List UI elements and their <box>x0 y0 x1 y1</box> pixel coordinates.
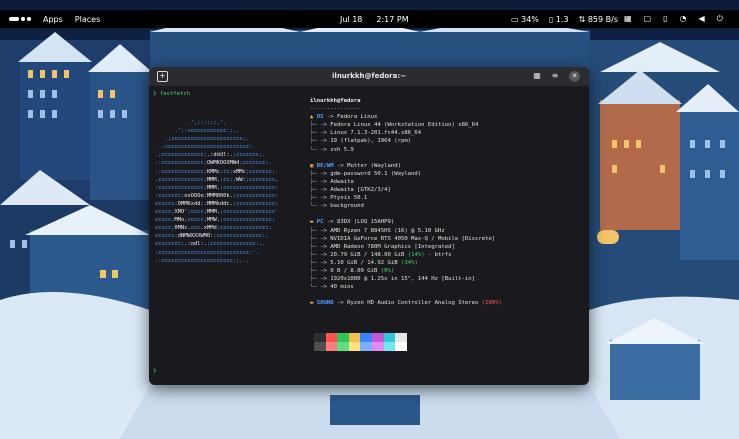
command-line: ❯ fastfetch <box>153 90 190 98</box>
shell-detail: -> zsh 5.9 <box>320 146 354 153</box>
cpu-indicator[interactable]: ▭ 34% <box>511 15 539 24</box>
sound-value: -> Ryzen HD Audio Controller Analog Ster… <box>336 300 479 307</box>
input-prompt[interactable]: ❯ <box>153 367 156 375</box>
top-bar: Apps Places Jul 18 2:17 PM ▭ 34% ▯ 1.3 ⇅… <box>0 10 739 28</box>
pc-icon: ▬ <box>310 219 314 226</box>
prompt-arrow: ❯ <box>153 91 160 97</box>
memory-percent: (34%) <box>400 259 418 266</box>
pc-value: -> 83DX (LOQ 15AHP9) <box>326 219 395 226</box>
wm-theme-detail: -> Adwaita <box>320 178 354 185</box>
palette-swatch <box>383 333 396 351</box>
time-label: 2:17 PM <box>376 14 409 24</box>
memory-detail: -> 5.10 GiB / 14.92 GiB <box>320 259 398 266</box>
command-text: fastfetch <box>159 91 191 97</box>
packages-detail: -> 19 (flatpak), 1964 (rpm) <box>320 138 412 145</box>
date-label: Jul 18 <box>340 14 363 24</box>
places-menu[interactable]: Places <box>75 15 100 24</box>
gpu-integrated-detail: -> AMD Radeon 780M Graphics [Integrated] <box>320 243 455 250</box>
kernel-detail: -> Linux 7.1.3-201.fc44.x86_64 <box>320 130 422 137</box>
palette-swatch <box>348 333 361 351</box>
disk-percent: (14%) <box>407 251 425 258</box>
disk-detail: -> 20.79 GiB / 148.00 GiB <box>320 251 405 258</box>
memory-icon: ▯ <box>548 14 554 24</box>
fastfetch-info: ilnurkkh@fedora --------------- ▲ OS -> … <box>310 98 503 307</box>
sound-percent: (100%) <box>481 300 503 307</box>
workspace-indicator[interactable] <box>9 17 31 21</box>
color-palette <box>314 333 407 351</box>
de-value: -> Mutter (Wayland) <box>336 162 401 169</box>
display-detail: -> 1920x1080 @ 1.25x in 15", 144 Hz [Bui… <box>320 276 476 283</box>
os-icon: ▲ <box>310 114 314 121</box>
memory-value: 1.3 <box>555 14 569 24</box>
uptime-detail: -> 40 mins <box>320 284 354 291</box>
swap-detail: -> 0 B / 8.00 GiB <box>320 267 378 274</box>
menu-button[interactable]: ≡ <box>550 71 560 81</box>
os-detail: -> Fedora Linux 44 (Workstation Edition)… <box>320 122 479 129</box>
pc-label: PC <box>316 219 324 226</box>
palette-swatch <box>337 333 349 351</box>
clock[interactable]: Jul 18 2:17 PM <box>340 10 409 28</box>
memory-indicator[interactable]: ▯ 1.3 <box>549 15 569 24</box>
palette-swatch <box>395 333 407 351</box>
grid-icon[interactable]: ▦ <box>624 15 632 23</box>
palette-swatch <box>325 333 338 351</box>
de-label: DE/WM <box>316 162 334 169</box>
apps-menu[interactable]: Apps <box>43 15 63 24</box>
separator: --------------- <box>310 106 361 113</box>
window-title: ilnurkkh@fedora:~ <box>332 72 406 80</box>
sound-icon: ▬ <box>310 300 314 307</box>
os-value: -> Fedora Linux <box>326 114 378 121</box>
user-host: ilnurkkh@fedora <box>310 98 361 104</box>
theme-detail: -> Adwaita [GTK2/3/4] <box>320 187 391 194</box>
cpu-icon: ▭ <box>511 14 519 24</box>
wallpaper-detail: -> background <box>320 203 364 210</box>
palette-swatch <box>371 333 384 351</box>
power-icon[interactable]: ⏻ <box>717 15 723 23</box>
network-icon: ⇅ <box>578 14 586 24</box>
clipboard-icon[interactable]: ▢ <box>644 15 652 23</box>
fedora-ascii-logo: .',;::::;,'. .';:cccccccccccc:;,. .;cccc… <box>155 120 279 264</box>
phone-icon[interactable]: ▯ <box>663 15 667 23</box>
terminal-titlebar[interactable]: + ilnurkkh@fedora:~ ▦ ≡ ✕ <box>149 67 589 86</box>
sound-label: SOUND <box>316 300 334 307</box>
close-button[interactable]: ✕ <box>569 71 580 82</box>
network-value: 859 B/s <box>587 14 618 24</box>
network-indicator[interactable]: ⇅ 859 B/s <box>579 15 618 24</box>
tab-overview-button[interactable]: ▦ <box>532 71 542 81</box>
volume-icon[interactable]: ◀ <box>699 15 705 23</box>
palette-swatch <box>314 333 326 351</box>
wifi-icon[interactable]: ◔ <box>680 15 687 23</box>
de-icon: ▣ <box>310 162 314 169</box>
swap-percent: (0%) <box>380 267 395 274</box>
palette-swatch <box>360 333 372 351</box>
terminal-window[interactable]: + ilnurkkh@fedora:~ ▦ ≡ ✕ ❯ fastfetch .'… <box>149 67 589 385</box>
disk-filesystem: - btrfs <box>427 251 452 258</box>
cpu-value: 34% <box>521 14 539 24</box>
cpu-detail: -> AMD Ryzen 7 8845HS (16) @ 5.10 GHz <box>320 227 445 234</box>
gpu-discrete-detail: -> NVIDIA GeForce RTX 4050 Max-Q / Mobil… <box>320 235 496 242</box>
terminal-detail: -> Ptyxis 50.1 <box>320 195 368 202</box>
os-label: OS <box>316 114 324 121</box>
lm-detail: -> gdm-password 50.1 (Wayland) <box>320 170 422 177</box>
